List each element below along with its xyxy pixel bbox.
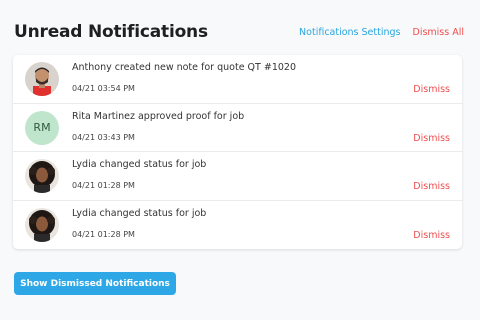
- notifications-list: Anthony created new note for quote QT #1…: [13, 55, 462, 249]
- dismiss-button[interactable]: Dismiss: [413, 230, 450, 241]
- notification-item: RM Rita Martinez approved proof for job …: [13, 104, 462, 152]
- show-dismissed-button[interactable]: Show Dismissed Notifications: [14, 272, 176, 295]
- dismiss-all-link[interactable]: Dismiss All: [413, 27, 465, 38]
- notification-item: Anthony created new note for quote QT #1…: [13, 55, 462, 104]
- notification-message: Anthony created new note for quote QT #1…: [72, 62, 296, 73]
- notification-message: Lydia changed status for job: [72, 159, 207, 170]
- notification-message: Lydia changed status for job: [72, 207, 207, 219]
- avatar: [25, 62, 59, 96]
- notification-item: Lydia changed status for job 04/21 01:28…: [13, 201, 462, 250]
- header: Unread Notifications Notifications Setti…: [14, 20, 464, 44]
- notifications-settings-link[interactable]: Notifications Settings: [299, 27, 400, 38]
- avatar-initials: RM: [25, 110, 59, 145]
- dismiss-button[interactable]: Dismiss: [413, 133, 450, 144]
- dismiss-button[interactable]: Dismiss: [413, 181, 450, 192]
- avatar: [25, 159, 59, 193]
- notification-time: 04/21 03:54 PM: [72, 84, 135, 93]
- notification-time: 04/21 01:28 PM: [72, 181, 135, 190]
- notification-time: 04/21 03:43 PM: [72, 132, 135, 142]
- notification-message: Rita Martinez approved proof for job: [72, 110, 245, 122]
- avatar: [25, 207, 59, 242]
- page-title: Unread Notifications: [14, 22, 208, 42]
- notification-time: 04/21 01:28 PM: [72, 229, 135, 239]
- notification-item: Lydia changed status for job 04/21 01:28…: [13, 152, 462, 201]
- dismiss-button[interactable]: Dismiss: [413, 84, 450, 95]
